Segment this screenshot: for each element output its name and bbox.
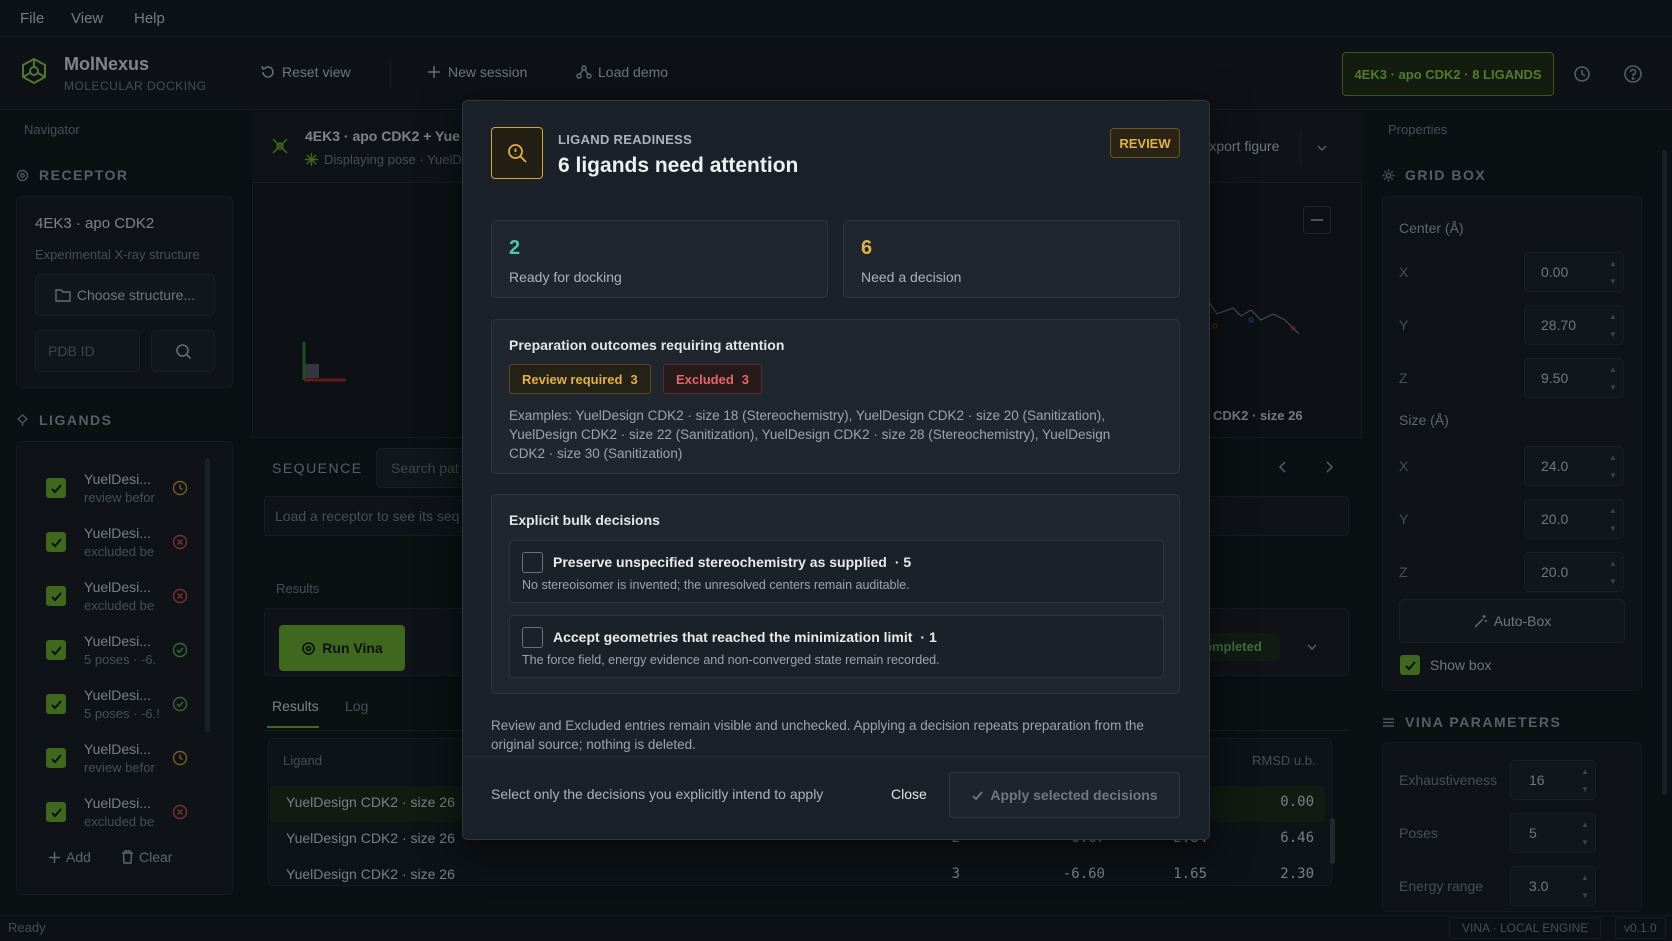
outcomes-title: Preparation outcomes requiring attention (509, 337, 785, 353)
apply-label: Apply selected decisions (990, 787, 1158, 803)
excluded-chip: Excluded 3 (663, 364, 763, 394)
stereo-checkbox[interactable] (522, 552, 543, 573)
excluded-chip-label: Excluded (676, 371, 734, 387)
minimization-checkbox[interactable] (522, 627, 543, 648)
stereo-option-desc: No stereoisomer is invented; the unresol… (522, 578, 910, 592)
decision-label: Need a decision (861, 269, 962, 285)
decision-count: 6 (861, 237, 873, 259)
decision-option-minimization[interactable]: Accept geometries that reached the minim… (509, 615, 1164, 678)
readiness-badge-icon (491, 127, 543, 179)
stereo-option-title: Preserve unspecified stereochemistry as … (553, 554, 911, 570)
checkmark-icon (972, 790, 984, 800)
stereo-count: · 5 (894, 554, 912, 570)
apply-decisions-button[interactable]: Apply selected decisions (949, 772, 1180, 818)
review-chip-label: Review required (522, 371, 623, 387)
dialog-title: 6 ligands need attention (558, 154, 799, 177)
decision-option-stereo[interactable]: Preserve unspecified stereochemistry as … (509, 540, 1164, 603)
ligand-readiness-dialog: LIGAND READINESS 6 ligands need attentio… (462, 100, 1210, 840)
minimization-option-title: Accept geometries that reached the minim… (553, 629, 937, 645)
close-button[interactable]: Close (891, 786, 927, 802)
minimization-title-text: Accept geometries that reached the minim… (553, 629, 913, 645)
bulk-decisions-card: Explicit bulk decisions Preserve unspeci… (491, 494, 1180, 694)
review-chip-count: 3 (630, 371, 638, 387)
decision-stat-card: 6 Need a decision (843, 220, 1180, 298)
outcomes-examples: Examples: YuelDesign CDK2 · size 18 (Ste… (509, 408, 1111, 461)
ready-label: Ready for docking (509, 269, 622, 285)
footer-divider (463, 756, 1209, 757)
ready-stat-card: 2 Ready for docking (491, 220, 828, 298)
ready-count: 2 (509, 237, 521, 259)
review-required-chip: Review required 3 (509, 364, 651, 394)
minimization-option-desc: The force field, energy evidence and non… (522, 653, 940, 667)
dialog-footnote: Review and Excluded entries remain visib… (491, 718, 1144, 752)
stereo-title-text: Preserve unspecified stereochemistry as … (553, 554, 887, 570)
outcomes-card: Preparation outcomes requiring attention… (491, 319, 1180, 474)
minimization-count: · 1 (920, 629, 937, 645)
footer-hint: Select only the decisions you explicitly… (491, 786, 824, 802)
bulk-title: Explicit bulk decisions (509, 512, 660, 528)
excluded-chip-count: 3 (741, 371, 750, 387)
dialog-eyebrow: LIGAND READINESS (558, 132, 693, 147)
review-badge: REVIEW (1110, 128, 1180, 158)
magnifier-icon (508, 144, 527, 163)
